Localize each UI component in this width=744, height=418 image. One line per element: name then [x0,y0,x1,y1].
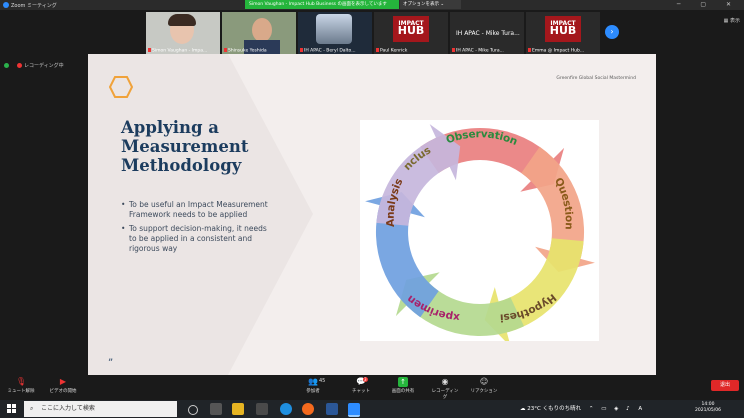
participant-name: Shinsuke Yoshida [228,48,267,53]
muted-mic-icon [376,47,379,52]
zoom-logo-icon [3,2,9,8]
system-tray: ☁ 23°C くもりのち晴れ ⌃ ▭ ◈ ♪ A [520,400,642,418]
impact-hub-logo: IMPACT HUB [393,16,429,42]
security-shield-icon [4,63,9,68]
muted-mic-icon [528,47,531,52]
leave-meeting-button[interactable]: 退出 [711,380,739,391]
screen-share-banner: Simon Vaughan - Impact Hub Business の画面を… [245,0,399,9]
window-title: Zoom ミーティング [11,3,57,9]
muted-mic-icon [224,47,227,52]
hexagon-icon [109,76,133,98]
share-screen-label: 画面の共有 [391,389,415,394]
slide-title: Applying a Measurement Methodology [121,118,301,175]
video-off-icon: ▶ [59,377,67,386]
firefox-icon[interactable] [302,403,314,415]
start-video-label: ビデオの開始 [49,389,77,394]
participants-label: 参加者 [306,389,320,394]
taskbar-search-input[interactable]: ⌕ ここに入力して検索 [24,401,177,417]
recording-indicator: レコーディング中 [4,62,64,69]
participants-button[interactable]: 👥 参加者 45 [302,377,326,394]
clock-date: 2021/05/06 [695,408,721,413]
participant-tile[interactable]: IH APAC - Beryl Dalto... [298,12,372,54]
cortana-icon[interactable] [188,405,198,415]
muted-mic-icon [300,47,303,52]
slide-title-line: Methodology [121,156,242,175]
slide-bullet: To be useful an Impact Measurement Frame… [121,200,271,220]
reactions-button[interactable]: ☺ リアクション [470,377,498,394]
windows-taskbar: ⌕ ここに入力して検索 ☁ 23°C くもりのち晴れ ⌃ ▭ ◈ ♪ A 14:… [0,400,744,418]
tray-icons[interactable]: ⌃ ▭ ◈ ♪ [589,406,633,412]
participant-name-center: IH APAC - Mike Tura... [456,30,520,37]
zoom-app-icon[interactable] [348,403,360,417]
participant-video [252,18,272,42]
participant-name: IH APAC - Beryl Dalto... [304,48,356,53]
taskbar-clock[interactable]: 14:00 2021/05/06 [695,402,721,414]
participant-name: Paul Kenrick [380,48,408,53]
slide-title-line: Applying a [121,118,219,137]
participant-name: IH APAC - Mike Tura... [456,48,504,53]
search-icon: ⌕ [30,405,34,412]
weather-text: 23°C くもりのち晴れ [527,406,582,412]
participant-tile[interactable]: IMPACT HUB Paul Kenrick [374,12,448,54]
share-screen-icon: ↑ [398,377,408,387]
participant-tile[interactable]: IMPACT HUB Emma @ Impact Hub... [526,12,600,54]
cycle-diagram: ObservationQuestionHypothesisExperimentA… [356,114,595,347]
windows-start-icon[interactable] [7,404,17,414]
recording-dot-icon [17,63,22,68]
muted-mic-icon: 🎙 [16,377,27,386]
search-placeholder: ここに入力して検索 [41,405,95,412]
file-explorer-icon[interactable] [232,403,244,415]
participant-tile[interactable]: Shinsuke Yoshida [222,12,296,54]
record-label: レコーディング [431,389,459,400]
task-view-icon[interactable] [210,403,222,415]
muted-mic-icon [148,47,151,52]
record-button[interactable]: ◉ レコーディング [430,377,460,400]
share-screen-button[interactable]: ↑ 画面の共有 [389,377,417,394]
edge-browser-icon[interactable] [280,403,292,415]
participant-video [316,14,352,44]
participant-name: Simon Vaughan - Impa... [152,48,208,53]
window-controls[interactable]: ─ ▢ ✕ [677,1,740,8]
slide-title-line: Measurement [121,137,249,156]
chat-badge: 3 [363,377,368,382]
unmute-button[interactable]: 🎙 ミュート解除 [6,377,36,394]
participant-name: Emma @ Impact Hub... [532,48,585,53]
impact-hub-logo: IMPACT HUB [545,16,581,42]
muted-mic-icon [452,47,455,52]
reactions-icon: ☺ [479,377,489,386]
unmute-label: ミュート解除 [7,389,35,394]
participants-count: 45 [319,378,326,384]
participant-tile[interactable]: Simon Vaughan - Impa... [146,12,220,54]
next-participants-icon[interactable]: › [605,25,619,39]
participants-icon: 👥 [308,377,318,386]
view-button[interactable]: ▦ 表示 [724,17,740,24]
quote-mark: ” [108,358,114,369]
participant-tile[interactable]: IH APAC - Mike Tura... IH APAC - Mike Tu… [450,12,524,54]
shared-slide: Applying a Measurement Methodology To be… [88,54,656,375]
app-icon[interactable] [256,403,268,415]
slide-credit: Greenfire Global Social Mastermind [556,76,636,81]
chat-label: チャット [352,389,370,394]
scientific-method-cycle: ObservationQuestionHypothesisExperimentA… [356,114,599,347]
ime-indicator[interactable]: A [638,406,642,412]
view-button-label: 表示 [729,18,740,24]
view-options-button[interactable]: オプションを表示 ⌄ [400,0,461,9]
meeting-toolbar: 🎙 ミュート解除 ▶ ビデオの開始 👥 参加者 45 💬 チャット 3 ↑ 画面の共有 ◉… [0,375,744,400]
reactions-label: リアクション [470,389,498,394]
chat-button[interactable]: 💬 チャット 3 [350,377,372,394]
word-icon[interactable] [326,403,338,415]
slide-bullet-list: To be useful an Impact Measurement Frame… [121,200,271,258]
participant-hair [168,14,196,26]
record-icon: ◉ [441,377,449,386]
recording-label: レコーディング中 [24,63,64,69]
video-strip [0,10,744,55]
start-video-button[interactable]: ▶ ビデオの開始 [46,377,80,394]
slide-bullet: To support decision-making, it needs to … [121,224,271,254]
